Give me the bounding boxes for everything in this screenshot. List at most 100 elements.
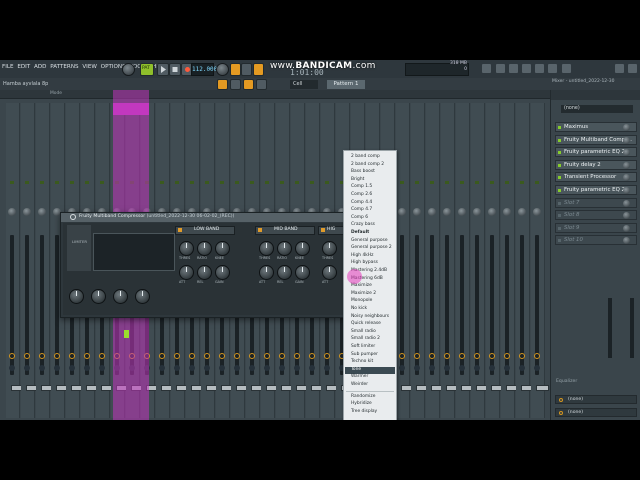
route-led[interactable] xyxy=(459,353,465,359)
send-led[interactable] xyxy=(54,365,60,371)
band-knob[interactable] xyxy=(259,265,274,280)
send-led[interactable] xyxy=(39,365,45,371)
strip-led[interactable] xyxy=(160,181,164,184)
preset-item[interactable]: Comp 1.5 xyxy=(351,184,372,189)
strip-led[interactable] xyxy=(490,181,494,184)
mixer-strip[interactable] xyxy=(486,103,504,418)
preset-item[interactable]: Comp 2.6 xyxy=(351,192,372,197)
plugin-titlebar[interactable]: Fruity Multiband Compressor (untitled_20… xyxy=(61,213,351,222)
route-led[interactable] xyxy=(504,353,510,359)
send-led[interactable] xyxy=(489,365,495,371)
preset-item[interactable]: Weirder xyxy=(351,382,368,387)
preset-item[interactable]: Noisy neighbours xyxy=(351,314,389,319)
strip-led[interactable] xyxy=(445,181,449,184)
send-led[interactable] xyxy=(204,365,210,371)
band-header[interactable]: LOW BAND xyxy=(175,226,235,235)
preset-item[interactable]: Comp 6 xyxy=(351,215,368,220)
strip-led[interactable] xyxy=(475,181,479,184)
send-led[interactable] xyxy=(504,365,510,371)
band-header[interactable]: MID BAND xyxy=(255,226,315,235)
preset-item[interactable]: Small radio xyxy=(351,329,376,334)
preset-item[interactable]: Bright xyxy=(351,177,364,182)
pan-knob[interactable] xyxy=(428,208,436,216)
slot-mix-knob[interactable] xyxy=(623,136,630,144)
route-led[interactable] xyxy=(84,353,90,359)
send-led[interactable] xyxy=(399,365,405,371)
strip-led[interactable] xyxy=(40,181,44,184)
route-led[interactable] xyxy=(429,353,435,359)
send-led[interactable] xyxy=(474,365,480,371)
strip-led[interactable] xyxy=(250,181,254,184)
send-led[interactable] xyxy=(24,365,30,371)
strip-led[interactable] xyxy=(10,181,14,184)
browser-icon[interactable] xyxy=(562,64,571,73)
strip-led[interactable] xyxy=(415,181,419,184)
band-knob[interactable] xyxy=(179,241,194,256)
effect-slot[interactable]: Slot 10 xyxy=(555,235,637,246)
preset-item[interactable]: Crazy bass xyxy=(351,222,375,227)
preset-item[interactable]: Comp 4.7 xyxy=(351,207,372,212)
pan-knob[interactable] xyxy=(518,208,526,216)
preset-item[interactable]: Quick release xyxy=(351,321,381,326)
effect-slot[interactable]: Fruity delay 2 xyxy=(555,159,637,170)
wait-button[interactable] xyxy=(241,63,252,76)
strip-led[interactable] xyxy=(505,181,509,184)
mixer-strip[interactable] xyxy=(6,103,24,418)
tempo-display[interactable]: 112.000 xyxy=(191,63,217,76)
output-selector-2[interactable]: (none) xyxy=(555,408,637,417)
preset-item[interactable]: Soft limiter xyxy=(351,344,375,349)
band-knob[interactable] xyxy=(322,265,337,280)
mixer-strip[interactable] xyxy=(396,103,414,418)
menu-file[interactable]: FILE xyxy=(2,64,14,70)
strip-led[interactable] xyxy=(190,181,194,184)
route-led[interactable] xyxy=(9,353,15,359)
tool-button-4[interactable] xyxy=(256,79,267,90)
strip-led[interactable] xyxy=(325,181,329,184)
strip-led[interactable] xyxy=(295,181,299,184)
menu-add[interactable]: ADD xyxy=(34,64,46,70)
strip-led[interactable] xyxy=(100,181,104,184)
route-led[interactable] xyxy=(399,353,405,359)
strip-led[interactable] xyxy=(400,181,404,184)
preset-item[interactable]: Sub pumper xyxy=(351,352,378,357)
preset-item[interactable]: Tree display xyxy=(351,409,377,414)
band-knob[interactable] xyxy=(197,265,212,280)
route-led[interactable] xyxy=(324,353,330,359)
track-fader-right[interactable] xyxy=(630,298,634,358)
pattern-selector[interactable]: Pattern 1 xyxy=(327,80,365,89)
route-led[interactable] xyxy=(234,353,240,359)
send-led[interactable] xyxy=(414,365,420,371)
slot-mix-knob[interactable] xyxy=(623,149,630,157)
snap-selector[interactable]: Cell xyxy=(290,80,318,89)
tool-button-3[interactable] xyxy=(243,79,254,90)
mixer-strip[interactable] xyxy=(501,103,519,418)
preset-item[interactable]: General purpose xyxy=(351,238,388,243)
pan-knob[interactable] xyxy=(533,208,541,216)
countdown-button[interactable] xyxy=(253,63,264,76)
route-led[interactable] xyxy=(294,353,300,359)
strip-led[interactable] xyxy=(70,181,74,184)
preset-item[interactable]: Small radio 2 xyxy=(351,336,380,341)
pan-knob[interactable] xyxy=(458,208,466,216)
master-volume-knob[interactable] xyxy=(122,63,135,76)
plugin-picker-icon[interactable] xyxy=(548,64,557,73)
preset-item[interactable]: Randomize xyxy=(351,394,375,399)
route-led[interactable] xyxy=(219,353,225,359)
slot-mix-knob[interactable] xyxy=(623,187,630,194)
pan-knob[interactable] xyxy=(398,208,406,216)
slot-enable-led[interactable] xyxy=(558,214,561,218)
route-led[interactable] xyxy=(414,353,420,359)
band-knob[interactable] xyxy=(259,241,274,256)
send-led[interactable] xyxy=(444,365,450,371)
preset-item[interactable]: 2 band comp xyxy=(351,154,380,159)
route-led[interactable] xyxy=(69,353,75,359)
mixer-strip[interactable] xyxy=(426,103,444,418)
strip-led[interactable] xyxy=(265,181,269,184)
slot-mix-knob[interactable] xyxy=(623,174,630,182)
preset-item[interactable]: High 4kHz xyxy=(351,253,373,258)
close-icon[interactable] xyxy=(628,64,637,73)
slot-enable-led[interactable] xyxy=(558,201,561,205)
send-led[interactable] xyxy=(309,365,315,371)
strip-led[interactable] xyxy=(220,181,224,184)
mixer-strip[interactable] xyxy=(471,103,489,418)
